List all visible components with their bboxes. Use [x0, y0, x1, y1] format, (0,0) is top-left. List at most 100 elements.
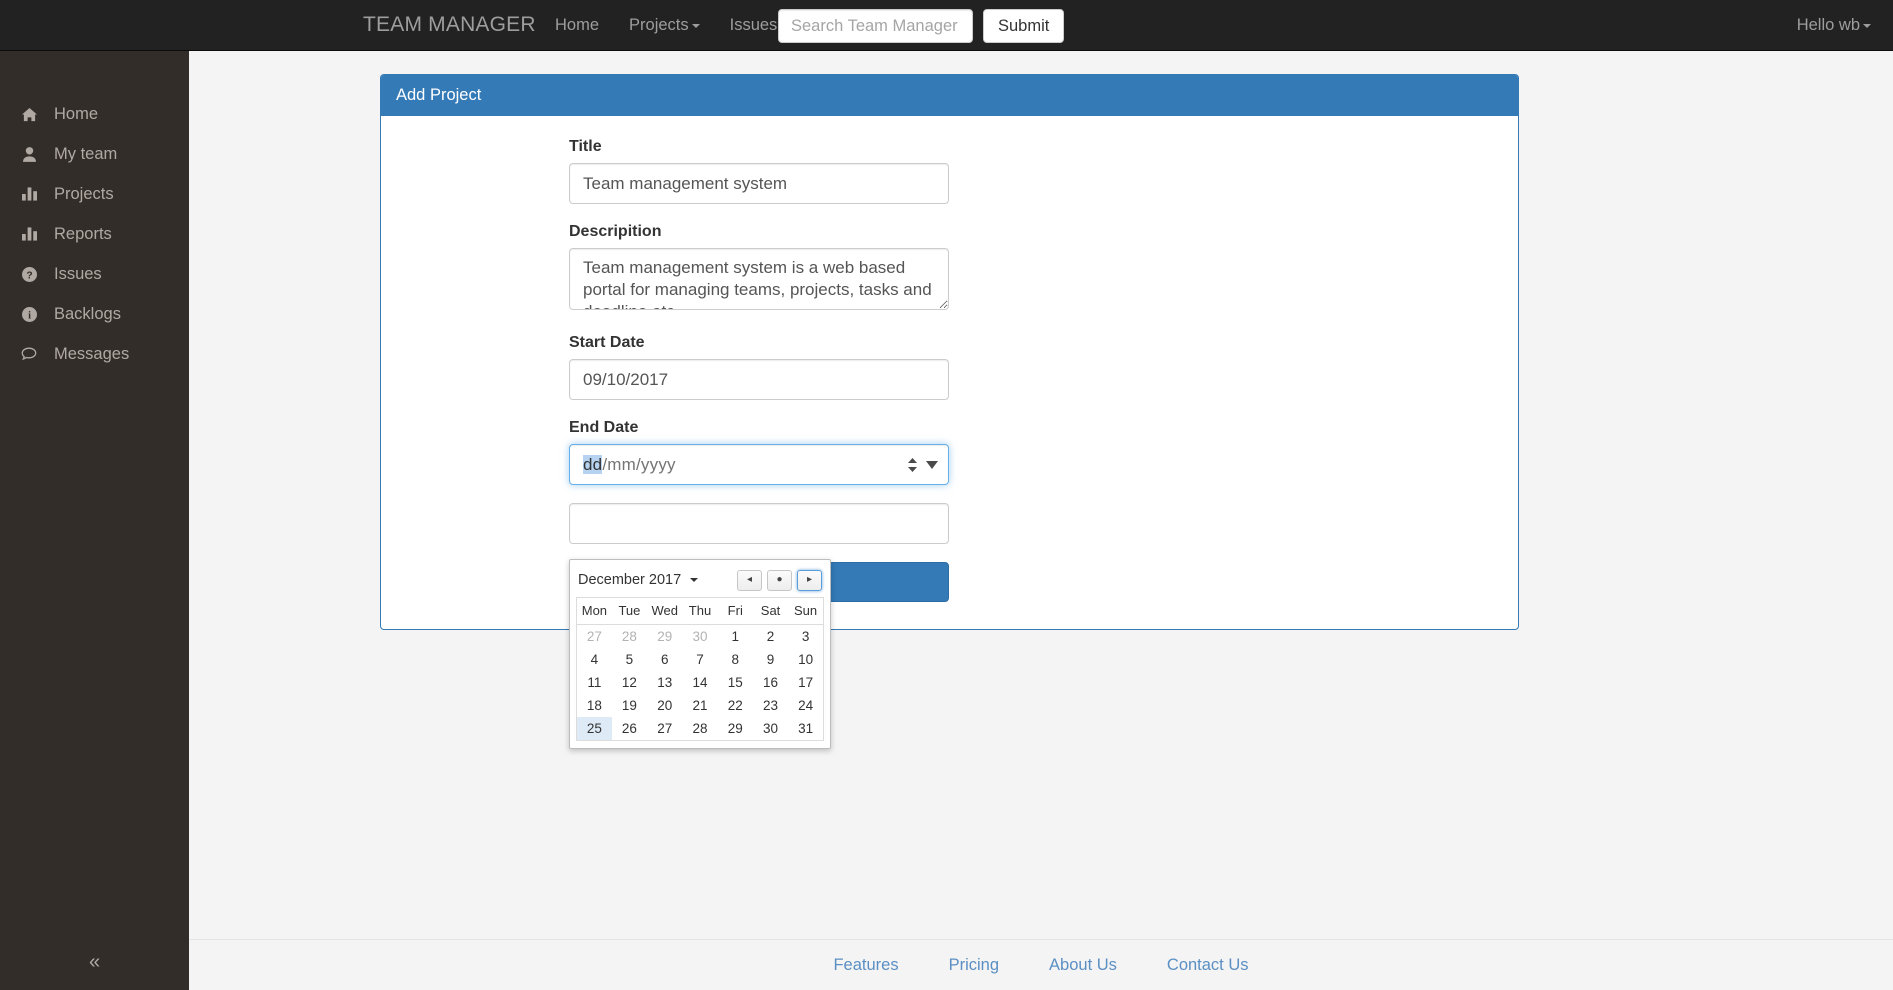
datepicker-week-row: 4 5 6 7 8 9 10: [577, 648, 824, 671]
sidebar-item-my-team[interactable]: My team: [0, 134, 189, 174]
footer: Features Pricing About Us Contact Us: [189, 939, 1893, 990]
weekday-fri: Fri: [717, 597, 753, 625]
start-date-field-group: Start Date: [569, 333, 949, 400]
datepicker-day-cell[interactable]: 11: [577, 671, 612, 694]
top-navbar: TEAM MANAGER Home Projects Issues Submit…: [0, 0, 1893, 51]
datepicker-day-cell[interactable]: 27: [647, 717, 682, 741]
weekday-wed: Wed: [647, 597, 683, 625]
datepicker-day-cell[interactable]: 1: [718, 625, 753, 649]
end-date-day-segment[interactable]: dd: [583, 454, 603, 474]
calendar-dropdown-icon[interactable]: [926, 460, 938, 469]
datepicker-day-cell[interactable]: 15: [718, 671, 753, 694]
sidebar-item-reports[interactable]: Reports: [0, 214, 189, 254]
datepicker-month-selector[interactable]: December 2017: [578, 572, 699, 588]
datepicker-day-cell[interactable]: 22: [718, 694, 753, 717]
sidebar-item-backlogs[interactable]: i Backlogs: [0, 294, 189, 334]
datepicker-prev-button[interactable]: ◂: [737, 569, 762, 591]
footer-link-about-us[interactable]: About Us: [1049, 956, 1117, 975]
search-input[interactable]: [778, 9, 973, 43]
datepicker-day-cell[interactable]: 31: [788, 717, 823, 741]
description-textarea[interactable]: Team management system is a web based po…: [569, 248, 949, 310]
end-date-month-segment[interactable]: mm: [607, 455, 636, 474]
datepicker-day-cell[interactable]: 6: [647, 648, 682, 671]
weekday-sun: Sun: [788, 597, 824, 625]
datepicker-day-cell[interactable]: 23: [753, 694, 788, 717]
datepicker-day-cell[interactable]: 13: [647, 671, 682, 694]
sidebar-collapse-button[interactable]: «: [0, 935, 189, 990]
datepicker-day-cell[interactable]: 2: [753, 625, 788, 649]
svg-text:?: ?: [26, 270, 32, 281]
datepicker-day-cell[interactable]: 4: [577, 648, 612, 671]
datepicker-day-cell[interactable]: 26: [612, 717, 647, 741]
datepicker-month-label: December 2017: [578, 572, 682, 588]
datepicker-next-button[interactable]: ▸: [797, 569, 822, 591]
footer-link-pricing[interactable]: Pricing: [949, 956, 999, 975]
main-content: Add Project Title Descripition Team mana…: [189, 51, 1893, 939]
description-label: Descripition: [569, 223, 662, 240]
datepicker-day-cell[interactable]: 12: [612, 671, 647, 694]
bar-chart-icon: [18, 227, 40, 241]
nav-item-home[interactable]: Home: [540, 0, 614, 51]
datepicker-day-cell[interactable]: 29: [718, 717, 753, 741]
weekday-thu: Thu: [682, 597, 718, 625]
sidebar-item-projects-label: Projects: [54, 185, 114, 203]
datepicker-day-cell[interactable]: 18: [577, 694, 612, 717]
sidebar-item-projects[interactable]: Projects: [0, 174, 189, 214]
datepicker-nav: ◂ ● ▸: [737, 569, 822, 591]
datepicker-day-cell[interactable]: 30: [753, 717, 788, 741]
sidebar-item-issues[interactable]: ? Issues: [0, 254, 189, 294]
datepicker-day-cell[interactable]: 19: [612, 694, 647, 717]
weekday-mon: Mon: [576, 597, 612, 625]
datepicker-day-cell[interactable]: 27: [577, 625, 612, 649]
datepicker-day-cell[interactable]: 28: [682, 717, 717, 741]
user-menu-label: Hello wb: [1796, 16, 1860, 34]
datepicker-day-cell[interactable]: 30: [682, 625, 717, 649]
datepicker-day-cell[interactable]: 8: [718, 648, 753, 671]
extra-input[interactable]: [569, 503, 949, 544]
start-date-input[interactable]: [569, 359, 949, 400]
datepicker-day-cell[interactable]: 21: [682, 694, 717, 717]
extra-field-group: [569, 503, 949, 544]
spinner-icon[interactable]: [908, 457, 917, 472]
datepicker-day-cell[interactable]: 10: [788, 648, 823, 671]
datepicker-day-cell[interactable]: 16: [753, 671, 788, 694]
title-input[interactable]: [569, 163, 949, 204]
datepicker-day-cell[interactable]: 25: [576, 717, 612, 741]
nav-item-projects[interactable]: Projects: [614, 0, 715, 51]
end-date-year-segment[interactable]: yyyy: [641, 455, 676, 474]
datepicker-day-cell[interactable]: 14: [682, 671, 717, 694]
datepicker-today-button[interactable]: ●: [767, 569, 792, 591]
title-field-group: Title: [569, 137, 949, 204]
end-date-input[interactable]: dd/mm/yyyy: [569, 444, 949, 485]
datepicker-day-cell[interactable]: 9: [753, 648, 788, 671]
end-date-field-group: End Date dd/mm/yyyy: [569, 418, 949, 485]
datepicker-day-cell[interactable]: 28: [612, 625, 647, 649]
chevron-down-icon: [690, 578, 699, 582]
panel-body: Title Descripition Team management syste…: [381, 116, 1518, 749]
datepicker-day-cell[interactable]: 5: [612, 648, 647, 671]
footer-link-features[interactable]: Features: [833, 956, 898, 975]
datepicker-day-cell[interactable]: 3: [788, 625, 823, 649]
end-date-controls: [908, 457, 938, 472]
weekday-tue: Tue: [611, 597, 648, 625]
bar-chart-icon: [18, 187, 40, 201]
datepicker-day-cell[interactable]: 29: [647, 625, 682, 649]
title-label: Title: [569, 138, 602, 155]
sidebar-item-messages-label: Messages: [54, 345, 130, 363]
sidebar-item-home[interactable]: Home: [0, 94, 189, 134]
search-submit-button[interactable]: Submit: [983, 9, 1065, 43]
user-menu[interactable]: Hello wb: [1797, 0, 1871, 51]
datepicker-day-cell[interactable]: 20: [647, 694, 682, 717]
sidebar-item-messages[interactable]: Messages: [0, 334, 189, 374]
info-circle-icon: i: [18, 306, 40, 322]
datepicker-day-cell[interactable]: 7: [682, 648, 717, 671]
datepicker-day-cell[interactable]: 24: [788, 694, 823, 717]
end-date-label: End Date: [569, 419, 639, 436]
panel-title: Add Project: [381, 75, 1518, 116]
chevron-down-icon: [691, 23, 700, 28]
footer-link-contact-us[interactable]: Contact Us: [1167, 956, 1249, 975]
datepicker-day-cell[interactable]: 17: [788, 671, 823, 694]
brand-logo[interactable]: TEAM MANAGER: [363, 12, 536, 38]
sidebar-item-reports-label: Reports: [54, 225, 112, 243]
comment-icon: [18, 347, 40, 361]
